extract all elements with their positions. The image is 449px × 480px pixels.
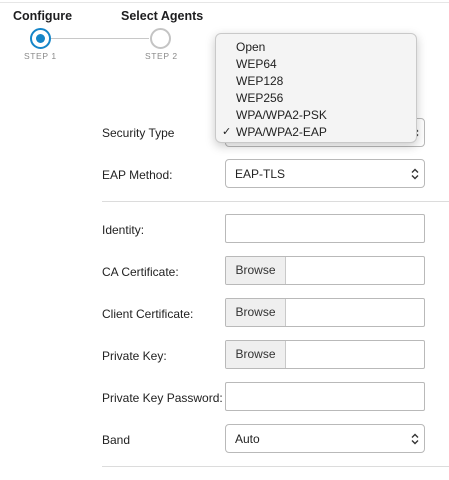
step-2-subtitle: STEP 2 [145, 51, 178, 61]
security-option-wep256[interactable]: WEP256 [236, 91, 283, 105]
private-key-password-input[interactable] [225, 382, 425, 411]
identity-input[interactable] [225, 214, 425, 243]
band-label: Band [102, 433, 131, 447]
client-certificate-label: Client Certificate: [102, 307, 194, 321]
private-key-file-field[interactable]: Browse [225, 340, 425, 369]
step-2-indicator-icon[interactable] [150, 28, 171, 49]
private-key-label: Private Key: [102, 349, 167, 363]
top-divider [0, 2, 449, 3]
stepper-connector [51, 38, 149, 39]
ca-certificate-file-field[interactable]: Browse [225, 256, 425, 285]
eap-method-label: EAP Method: [102, 168, 173, 182]
security-option-wpa-psk[interactable]: WPA/WPA2-PSK [236, 108, 327, 122]
ca-certificate-browse-button[interactable]: Browse [226, 257, 286, 284]
step-1-title[interactable]: Configure [13, 9, 72, 23]
section-divider [102, 201, 449, 202]
section-divider [102, 466, 449, 467]
step-2-title[interactable]: Select Agents [121, 9, 203, 23]
band-select[interactable]: Auto [225, 424, 425, 453]
client-certificate-browse-button[interactable]: Browse [226, 299, 286, 326]
select-arrows-icon [411, 433, 419, 445]
client-certificate-file-field[interactable]: Browse [225, 298, 425, 327]
security-option-open[interactable]: Open [236, 40, 265, 54]
step-1-indicator-icon[interactable] [30, 28, 51, 49]
private-key-browse-button[interactable]: Browse [226, 341, 286, 368]
identity-label: Identity: [102, 223, 145, 237]
select-arrows-icon [411, 168, 419, 180]
ca-certificate-label: CA Certificate: [102, 265, 179, 279]
security-option-wep64[interactable]: WEP64 [236, 57, 277, 71]
eap-method-select[interactable]: EAP-TLS [225, 159, 425, 188]
band-value: Auto [235, 432, 260, 446]
security-type-label: Security Type [102, 126, 175, 140]
step-1-subtitle: STEP 1 [24, 51, 57, 61]
security-type-dropdown-menu: Open WEP64 WEP128 WEP256 WPA/WPA2-PSK ✓ … [215, 33, 417, 143]
eap-method-value: EAP-TLS [235, 167, 286, 181]
security-option-wpa-eap[interactable]: WPA/WPA2-EAP [236, 125, 327, 139]
private-key-password-label: Private Key Password: [102, 391, 223, 405]
security-option-wep128[interactable]: WEP128 [236, 74, 283, 88]
checkmark-icon: ✓ [222, 126, 232, 138]
